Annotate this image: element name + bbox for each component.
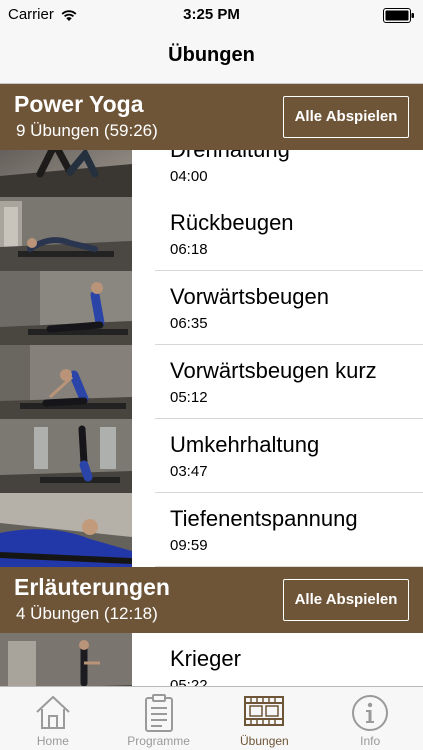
tab-home[interactable]: Home bbox=[0, 687, 106, 750]
exercise-duration: 06:35 bbox=[170, 315, 208, 332]
exercise-duration: 05:12 bbox=[170, 389, 208, 406]
home-icon bbox=[36, 695, 70, 729]
exercise-thumbnail bbox=[0, 493, 132, 567]
tab-programme[interactable]: Programme bbox=[106, 687, 212, 750]
clipboard-icon bbox=[144, 694, 173, 732]
section-title: Power Yoga bbox=[14, 91, 144, 117]
exercise-duration: 09:59 bbox=[170, 537, 208, 554]
exercise-title: Krieger bbox=[170, 646, 241, 671]
tab-bar: Home Programme Übungen Info bbox=[0, 686, 423, 750]
play-all-button[interactable]: Alle Abspielen bbox=[283, 579, 409, 621]
film-icon bbox=[244, 696, 285, 726]
exercise-thumbnail bbox=[0, 419, 132, 493]
tab-label: Home bbox=[36, 734, 69, 748]
tab-label: Programme bbox=[127, 734, 190, 748]
exercise-title: Umkehrhaltung bbox=[170, 432, 320, 457]
section-header: Power Yoga 9 Übungen (59:26) Alle Abspie… bbox=[0, 84, 423, 150]
section-subtitle: 4 Übungen (12:18) bbox=[16, 604, 158, 623]
exercise-duration: 03:47 bbox=[170, 463, 208, 480]
exercise-thumbnail bbox=[0, 197, 132, 271]
status-bar: Carrier 3:25 PM bbox=[0, 0, 423, 30]
list-item[interactable]: Tiefenentspannung 09:59 bbox=[0, 493, 423, 567]
exercise-title: Rückbeugen bbox=[170, 210, 294, 235]
exercise-duration: 04:00 bbox=[170, 168, 208, 185]
exercise-title: Vorwärtsbeugen bbox=[170, 284, 329, 309]
battery-icon bbox=[383, 8, 414, 23]
exercise-thumbnail bbox=[0, 633, 132, 686]
tab-label: Info bbox=[360, 734, 381, 748]
list-item[interactable]: Vorwärtsbeugen kurz 05:12 bbox=[0, 345, 423, 419]
exercise-list[interactable]: Drehhaltung 04:00 Rückbeugen 06:18 bbox=[0, 84, 423, 686]
list-item[interactable]: Umkehrhaltung 03:47 bbox=[0, 419, 423, 493]
exercise-thumbnail bbox=[0, 271, 132, 345]
section-title: Erläuterungen bbox=[14, 574, 170, 600]
list-item[interactable]: Rückbeugen 06:18 bbox=[0, 197, 423, 271]
page-title: Übungen bbox=[168, 44, 255, 66]
play-all-button[interactable]: Alle Abspielen bbox=[283, 96, 409, 138]
exercise-title: Vorwärtsbeugen kurz bbox=[170, 358, 377, 383]
list-item[interactable]: Vorwärtsbeugen 06:35 bbox=[0, 271, 423, 345]
tab-info[interactable]: Info bbox=[317, 687, 423, 750]
tab-label: Übungen bbox=[240, 734, 289, 748]
exercise-thumbnail bbox=[0, 345, 132, 419]
section-header: Erläuterungen 4 Übungen (12:18) Alle Abs… bbox=[0, 567, 423, 633]
exercise-title: Tiefenentspannung bbox=[170, 506, 358, 531]
clock: 3:25 PM bbox=[183, 6, 240, 23]
section-subtitle: 9 Übungen (59:26) bbox=[16, 121, 158, 140]
navigation-bar: Übungen bbox=[0, 30, 423, 84]
info-icon bbox=[352, 695, 389, 731]
exercise-duration: 06:18 bbox=[170, 241, 208, 258]
list-item[interactable]: Krieger 05:22 bbox=[0, 633, 423, 686]
tab-uebungen[interactable]: Übungen bbox=[212, 687, 318, 750]
exercise-duration: 05:22 bbox=[170, 677, 208, 686]
